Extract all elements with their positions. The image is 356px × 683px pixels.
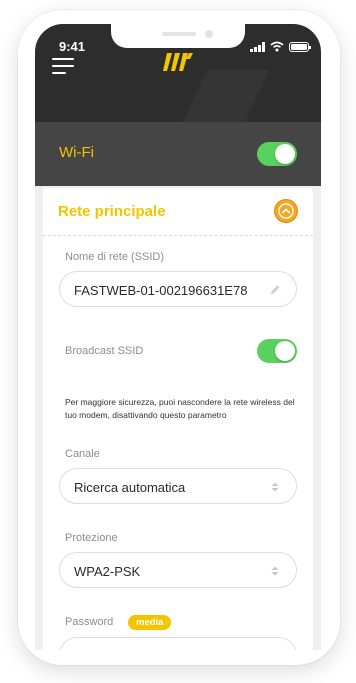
- chevron-up-circle-icon[interactable]: [274, 199, 298, 223]
- password-input[interactable]: ●●●●●●●●●●●●: [59, 637, 297, 650]
- channel-select[interactable]: Ricerca automatica: [59, 468, 297, 504]
- protection-select[interactable]: WPA2-PSK: [59, 552, 297, 588]
- broadcast-ssid-toggle[interactable]: [257, 339, 297, 363]
- phone-screen: 9:41 Wi-Fi Rete principale Nome di rete …: [35, 24, 321, 650]
- app-bar: [35, 70, 321, 122]
- notch: [111, 24, 245, 48]
- wifi-signal-icon: [270, 41, 284, 52]
- battery-icon: [289, 41, 311, 52]
- broadcast-help-text: Per maggiore sicurezza, puoi nascondere …: [65, 397, 295, 420]
- ssid-label: Nome di rete (SSID): [65, 251, 165, 263]
- protection-label: Protezione: [65, 532, 118, 544]
- fastweb-logo[interactable]: [163, 51, 193, 73]
- select-arrows-icon: [271, 482, 279, 492]
- select-arrows-icon: [271, 566, 279, 576]
- toggle-knob: [275, 341, 295, 361]
- section-title: Rete principale: [58, 203, 166, 220]
- protection-value: WPA2-PSK: [74, 564, 141, 579]
- pencil-icon[interactable]: [268, 283, 282, 297]
- hamburger-icon[interactable]: [52, 58, 74, 74]
- broadcast-ssid-label: Broadcast SSID: [65, 345, 144, 357]
- toggle-knob: [275, 144, 295, 164]
- wifi-bar: Wi-Fi: [35, 122, 321, 186]
- card-header[interactable]: Rete principale: [43, 188, 313, 236]
- channel-value: Ricerca automatica: [74, 480, 186, 495]
- ssid-input[interactable]: FASTWEB-01-002196631E78: [59, 271, 297, 307]
- wifi-label: Wi-Fi: [59, 144, 94, 161]
- ssid-value: FASTWEB-01-002196631E78: [74, 283, 248, 298]
- password-strength-badge: media: [128, 615, 172, 630]
- status-time: 9:41: [59, 39, 86, 54]
- password-label: Password: [65, 616, 114, 628]
- wifi-toggle[interactable]: [257, 142, 297, 166]
- main-network-card: Rete principale Nome di rete (SSID) FAST…: [43, 188, 313, 650]
- cellular-signal-icon: [250, 41, 265, 52]
- channel-label: Canale: [65, 448, 100, 460]
- speaker-grille: [162, 32, 196, 36]
- system-icons: [250, 41, 311, 52]
- eye-icon[interactable]: [266, 649, 282, 650]
- front-camera: [205, 30, 213, 38]
